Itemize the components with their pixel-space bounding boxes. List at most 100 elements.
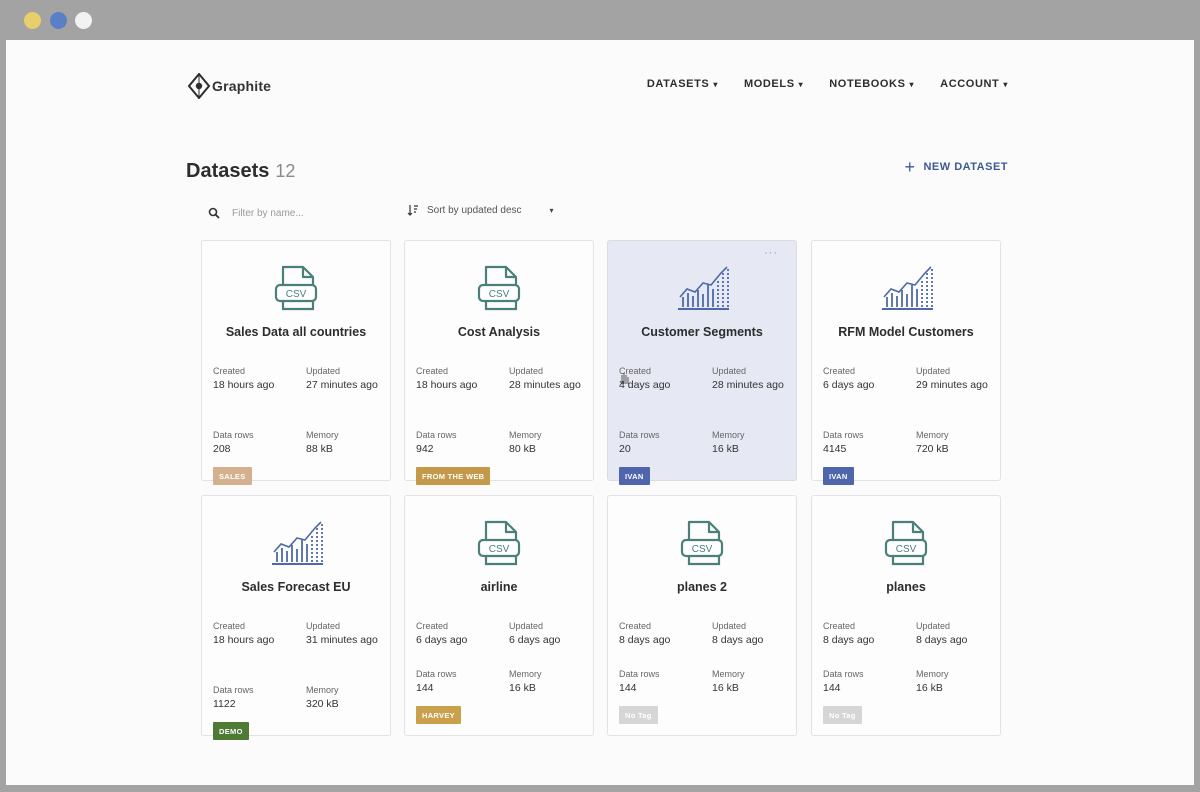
brand-name: Graphite — [212, 78, 272, 94]
more-options-icon[interactable]: ··· — [764, 247, 778, 259]
rows-value: 4145 — [823, 443, 847, 455]
memory-field: Memory 16 kB — [509, 668, 589, 695]
memory-field: Memory 88 kB — [306, 429, 386, 456]
updated-field: Updated 8 days ago — [712, 620, 792, 647]
page-title-text: Datasets — [186, 160, 270, 182]
rows-value: 208 — [213, 443, 231, 455]
tag-badge[interactable]: FROM THE WEB — [416, 467, 491, 485]
new-dataset-label: NEW DATASET — [923, 161, 1008, 173]
updated-label: Updated — [509, 621, 544, 631]
rows-label: Data rows — [213, 685, 254, 695]
created-value: 8 days ago — [619, 634, 671, 646]
chevron-down-icon: ▾ — [713, 79, 718, 89]
nav-models-label: MODELS — [743, 78, 795, 90]
csv-file-icon: CSV — [680, 520, 724, 566]
tag-badge[interactable]: SALES — [213, 467, 252, 485]
svg-text:CSV: CSV — [896, 544, 917, 555]
svg-text:CSV: CSV — [489, 289, 510, 300]
dataset-card[interactable]: Sales Forecast EU Created 18 hours ago U… — [201, 495, 391, 740]
rows-label: Data rows — [416, 669, 457, 679]
sort-label: Sort by updated desc — [427, 204, 522, 216]
created-value: 8 days ago — [823, 634, 875, 646]
created-value: 18 hours ago — [416, 379, 478, 391]
memory-field: Memory 16 kB — [916, 668, 996, 695]
dataset-count: 12 — [275, 161, 296, 181]
nav-models[interactable]: MODELS ▾ — [744, 78, 803, 90]
dataset-card[interactable]: CSV planes 2 Created 8 days ago Updated … — [607, 495, 797, 736]
diamond-logo-icon — [188, 73, 210, 99]
tag-badge[interactable]: No Tag — [619, 706, 658, 724]
window-maximize-button[interactable] — [75, 12, 92, 29]
window-close-button[interactable] — [24, 12, 41, 29]
dataset-title: Sales Data all countries — [225, 325, 367, 339]
brand-logo[interactable]: Graphite — [188, 71, 271, 101]
updated-value: 28 minutes ago — [509, 379, 581, 391]
memory-field: Memory 80 kB — [509, 429, 589, 456]
search-icon — [208, 207, 220, 219]
updated-field: Updated 8 days ago — [916, 620, 996, 647]
tag-badge[interactable]: IVAN — [619, 467, 650, 485]
bar-chart-icon — [272, 521, 323, 565]
dataset-card[interactable]: CSV Cost Analysis Created 18 hours ago U… — [404, 240, 594, 485]
search-field — [208, 204, 368, 222]
dataset-card[interactable]: Customer Segments Created 4 days ago Upd… — [607, 240, 797, 485]
created-field: Created 8 days ago — [823, 620, 874, 647]
memory-value: 16 kB — [509, 682, 536, 694]
rows-field: Data rows 144 — [416, 668, 457, 695]
created-label: Created — [213, 621, 246, 631]
nav-account[interactable]: ACCOUNT ▾ — [940, 78, 1008, 90]
plus-icon: + — [904, 157, 916, 177]
tag-badge[interactable]: No Tag — [823, 706, 862, 724]
memory-field: Memory 720 kB — [916, 429, 996, 456]
window-titlebar — [0, 0, 1200, 40]
rows-value: 942 — [416, 443, 434, 455]
dataset-card[interactable]: RFM Model Customers Created 6 days ago U… — [811, 240, 1001, 485]
tag-badge[interactable]: IVAN — [823, 467, 854, 485]
chevron-down-icon: ▾ — [798, 79, 804, 89]
window-minimize-button[interactable] — [50, 12, 67, 29]
nav-datasets[interactable]: DATASETS ▾ — [647, 78, 718, 90]
updated-label: Updated — [509, 366, 544, 376]
created-field: Created 18 hours ago — [213, 365, 274, 392]
dataset-title: Cost Analysis — [457, 325, 541, 339]
created-value: 18 hours ago — [213, 379, 275, 391]
created-label: Created — [213, 366, 246, 376]
rows-field: Data rows 144 — [619, 668, 660, 695]
memory-value: 80 kB — [509, 443, 536, 455]
nav-notebooks[interactable]: NOTEBOOKS ▾ — [829, 78, 914, 90]
updated-field: Updated 29 minutes ago — [916, 365, 996, 392]
chevron-down-icon: ▾ — [549, 205, 554, 215]
svg-text:CSV: CSV — [286, 289, 307, 300]
search-input[interactable] — [232, 207, 352, 219]
memory-label: Memory — [306, 685, 339, 695]
chevron-down-icon: ▾ — [909, 79, 915, 89]
created-label: Created — [823, 621, 856, 631]
memory-value: 16 kB — [712, 443, 739, 455]
nav-notebooks-label: NOTEBOOKS — [829, 78, 906, 90]
svg-text:CSV: CSV — [489, 544, 510, 555]
tag-badge[interactable]: DEMO — [213, 722, 249, 740]
updated-value: 8 days ago — [712, 634, 764, 646]
created-label: Created — [416, 366, 449, 376]
rows-field: Data rows 1122 — [213, 684, 254, 711]
sort-icon — [407, 205, 418, 216]
dataset-card[interactable]: CSV planes Created 8 days ago Updated 8 … — [811, 495, 1001, 736]
created-value: 6 days ago — [823, 379, 875, 391]
updated-label: Updated — [306, 621, 341, 631]
updated-label: Updated — [712, 366, 747, 376]
sort-dropdown[interactable]: Sort by updated desc ▾ — [407, 204, 554, 216]
created-label: Created — [416, 621, 449, 631]
rows-value: 1122 — [213, 698, 236, 710]
rows-field: Data rows 208 — [213, 429, 254, 456]
updated-value: 29 minutes ago — [916, 379, 988, 391]
updated-field: Updated 28 minutes ago — [509, 365, 589, 392]
csv-file-icon: CSV — [477, 265, 521, 311]
dataset-title: Sales Forecast EU — [241, 580, 351, 594]
updated-field: Updated 31 minutes ago — [306, 620, 386, 647]
dataset-card[interactable]: CSV airline Created 6 days ago Updated 6… — [404, 495, 594, 736]
dataset-title: airline — [480, 580, 518, 594]
new-dataset-button[interactable]: + NEW DATASET — [904, 158, 1008, 176]
tag-badge[interactable]: HARVEY — [416, 706, 461, 724]
memory-value: 88 kB — [306, 443, 333, 455]
dataset-card[interactable]: CSV Sales Data all countries Created 18 … — [201, 240, 391, 485]
